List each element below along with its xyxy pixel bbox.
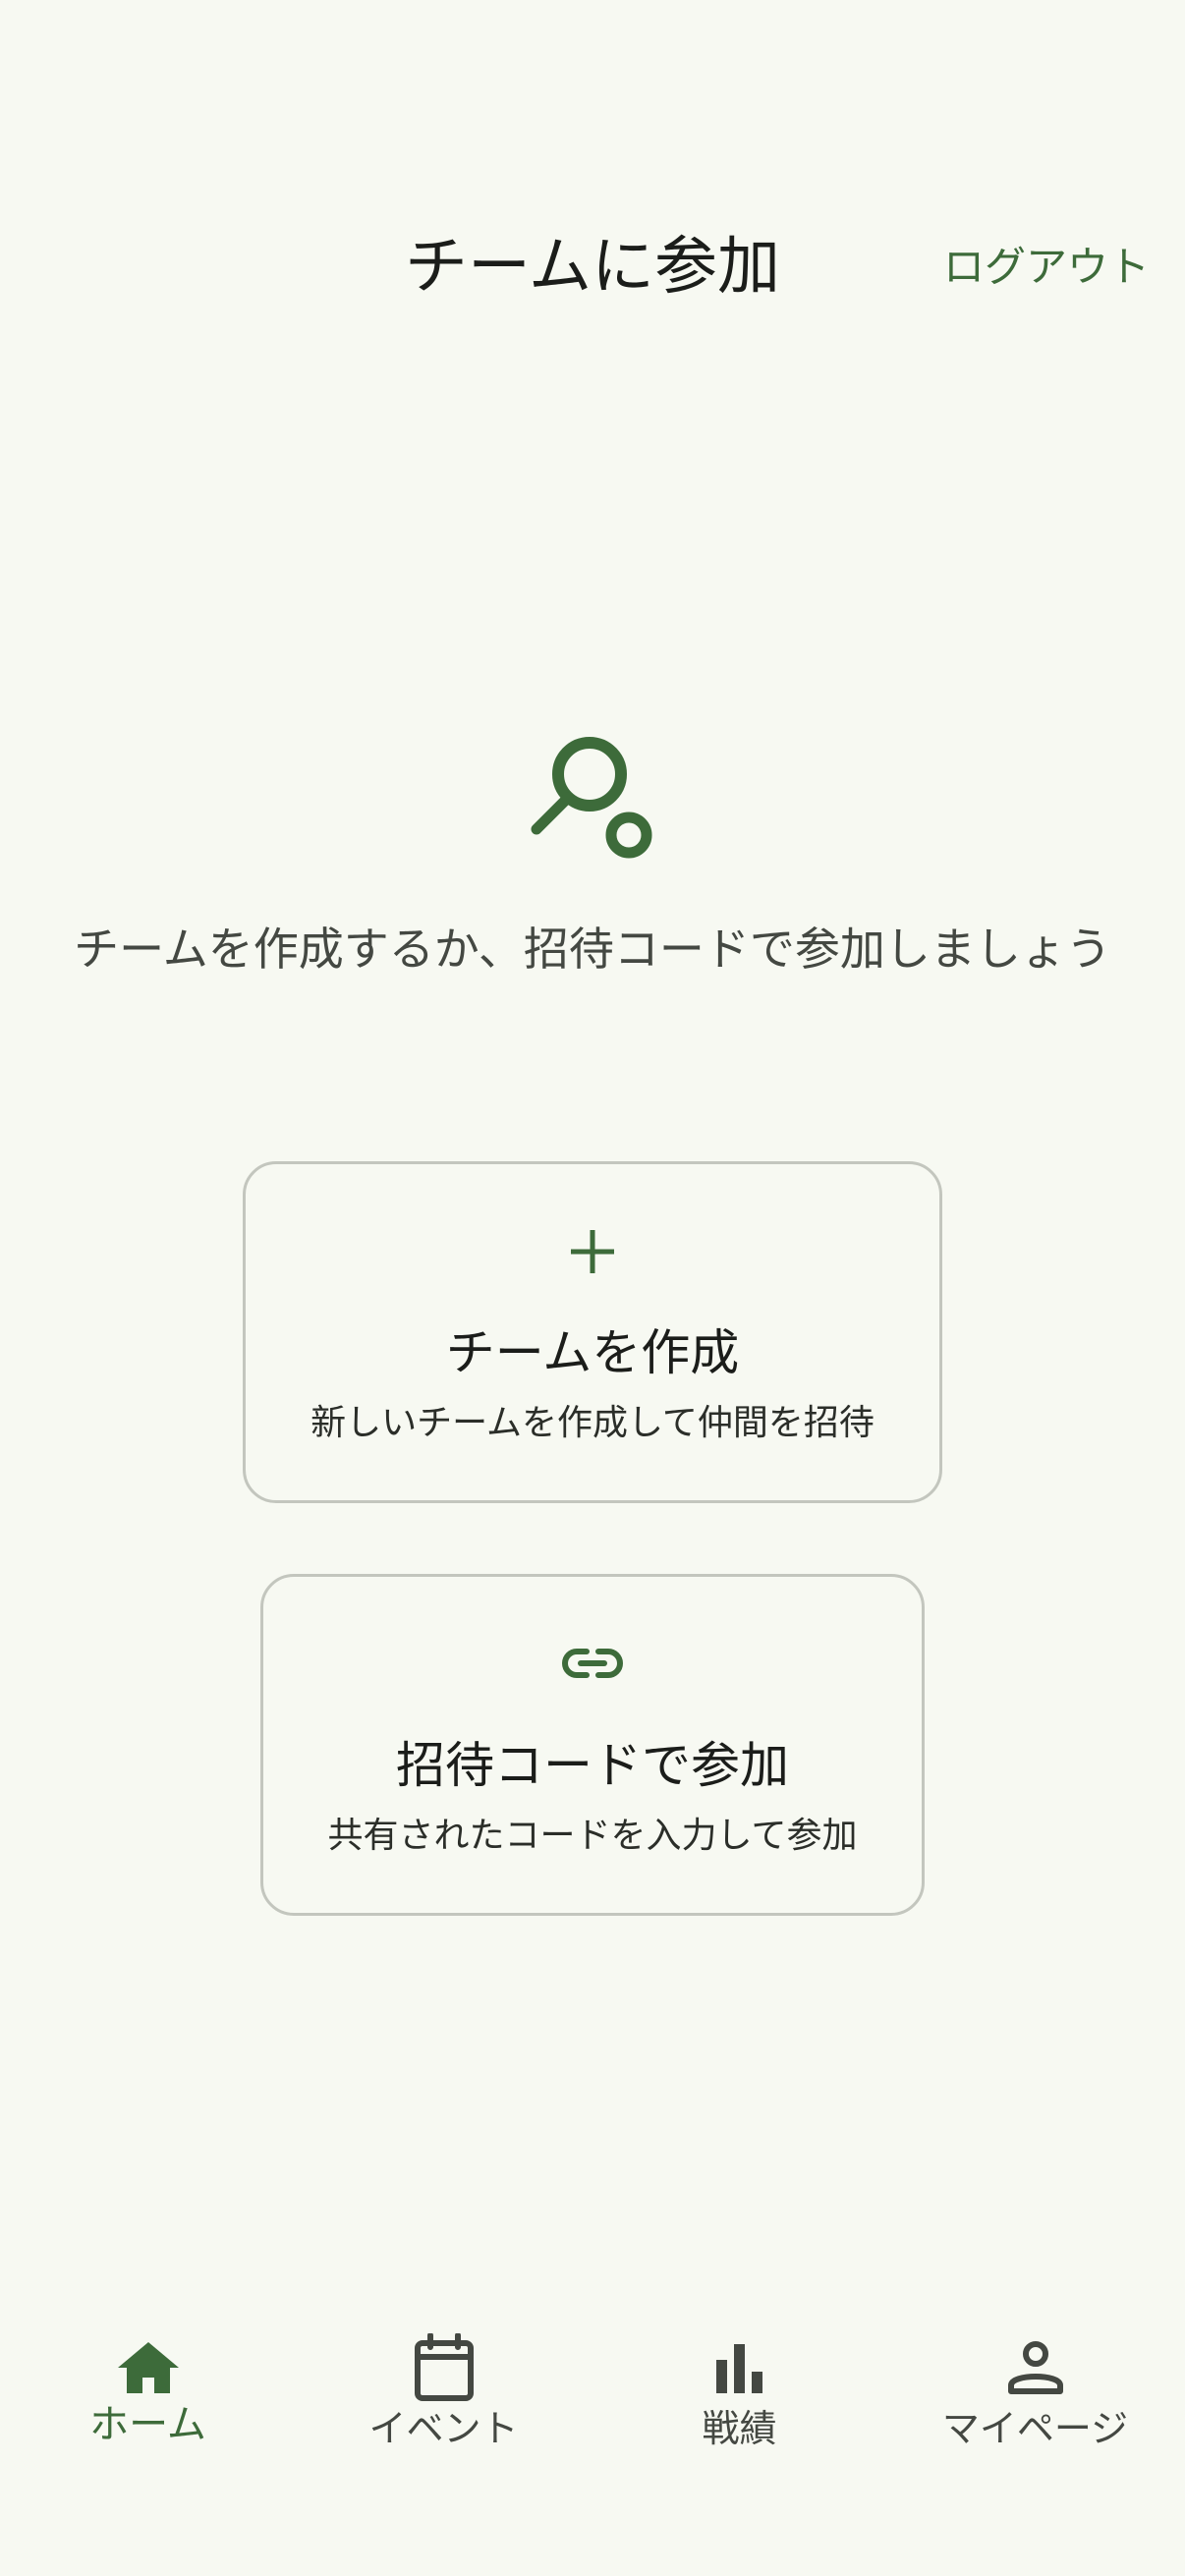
- nav-label-events: イベント: [368, 2407, 519, 2450]
- racket-icon: [529, 725, 656, 863]
- create-team-card[interactable]: チームを作成 新しいチームを作成して仲間を招待: [243, 1161, 942, 1503]
- join-with-code-title: 招待コードで参加: [396, 1737, 789, 1794]
- intro-message: チームを作成するか、招待コードで参加しましょう: [74, 923, 1111, 976]
- calendar-icon: [296, 2328, 592, 2407]
- nav-item-mypage[interactable]: マイページ: [887, 2289, 1183, 2486]
- join-with-code-card[interactable]: 招待コードで参加 共有されたコードを入力して参加: [260, 1574, 925, 1916]
- person-icon: [887, 2328, 1183, 2407]
- bar-chart-icon: [592, 2328, 887, 2407]
- create-team-subtitle: 新しいチームを作成して仲間を招待: [310, 1403, 875, 1443]
- home-icon: [0, 2328, 296, 2407]
- link-icon: [263, 1644, 922, 1683]
- bottom-navigation-bar: ホーム イベント 戦績 マイページ: [0, 2289, 1185, 2576]
- plus-icon: [246, 1227, 939, 1276]
- join-with-code-subtitle: 共有されたコードを入力して参加: [327, 1816, 858, 1856]
- top-app-bar: チームに参加 ログアウト: [0, 196, 1185, 334]
- create-team-title: チームを作成: [445, 1324, 740, 1381]
- nav-label-home: ホーム: [89, 2402, 206, 2447]
- nav-label-mypage: マイページ: [941, 2407, 1129, 2450]
- logout-button[interactable]: ログアウト: [943, 240, 1150, 295]
- nav-item-stats[interactable]: 戦績: [592, 2289, 887, 2486]
- nav-item-home[interactable]: ホーム: [0, 2289, 296, 2486]
- nav-label-stats: 戦績: [702, 2407, 777, 2450]
- nav-item-events[interactable]: イベント: [296, 2289, 592, 2486]
